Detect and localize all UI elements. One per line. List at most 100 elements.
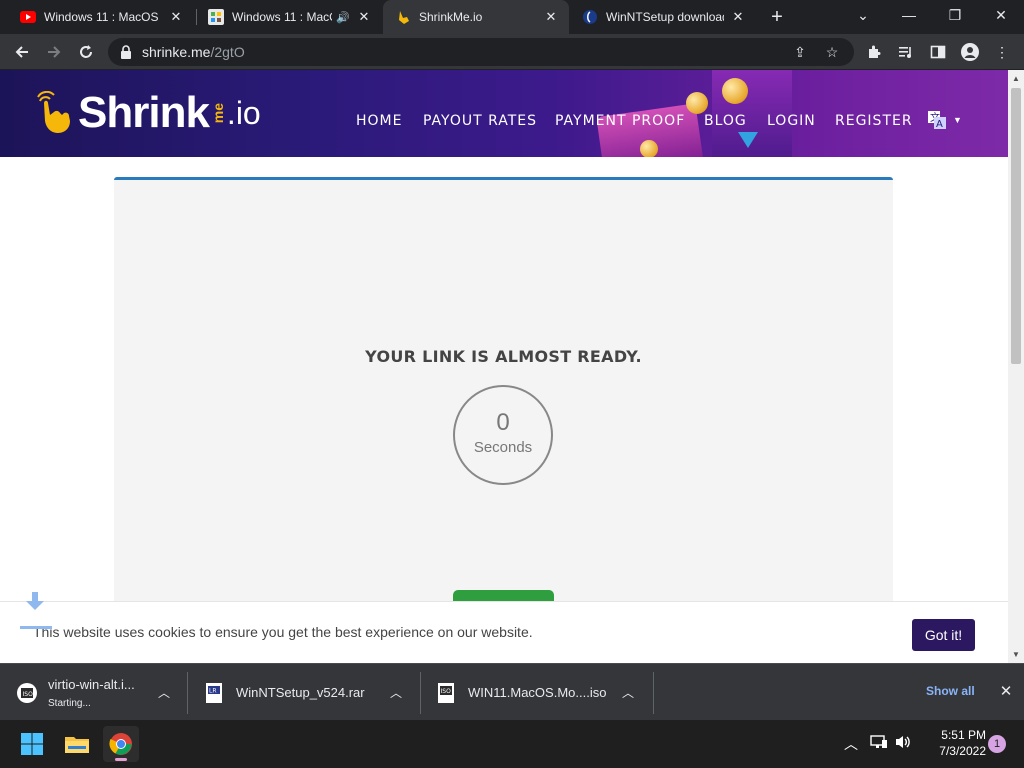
tab-search-icon[interactable]: ⌄: [840, 0, 886, 30]
tab-winntsetup[interactable]: WinNTSetup download ✕: [570, 0, 756, 34]
chevron-up-icon[interactable]: ︿: [622, 684, 634, 701]
new-tab-button[interactable]: +: [766, 6, 788, 28]
clock-date: 7/3/2022: [939, 744, 986, 758]
download-arrow-icon: [20, 592, 52, 632]
download-filename: WIN11.MacOS.Mo....iso: [468, 685, 607, 700]
close-tab-icon[interactable]: ✕: [730, 9, 746, 25]
language-selector[interactable]: 文A ▼: [927, 110, 962, 130]
close-tab-icon[interactable]: ✕: [543, 9, 559, 25]
tab-windows-macos[interactable]: Windows 11 : MacOS 🔊 ✕: [196, 0, 382, 34]
speaker-icon[interactable]: 🔊: [336, 11, 350, 24]
svg-text:ISO: ISO: [23, 691, 34, 698]
tab-shrinkme[interactable]: ShrinkMe.io ✕: [383, 0, 569, 34]
download-filename: WinNTSetup_v524.rar: [236, 685, 365, 700]
download-item[interactable]: ISO WIN11.MacOS.Mo....iso ︿: [436, 664, 652, 721]
lock-icon[interactable]: [120, 45, 134, 59]
system-clock[interactable]: 5:51 PM 7/3/2022: [918, 727, 986, 759]
side-panel-icon[interactable]: [928, 42, 948, 62]
nav-login[interactable]: LOGIN: [767, 113, 816, 129]
close-window-button[interactable]: ✕: [978, 0, 1024, 30]
tab-title: ShrinkMe.io: [419, 10, 483, 24]
tab-title: Windows 11 : MacOS: [232, 10, 332, 24]
iso-file-icon: ISO: [438, 682, 454, 703]
download-info: virtio-win-alt.i... Starting...: [48, 677, 135, 709]
rar-file-icon: LR: [206, 682, 222, 703]
cookie-accept-button[interactable]: Got it!: [912, 619, 975, 651]
shelf-separator: [420, 672, 421, 714]
shelf-separator: [187, 672, 188, 714]
volume-icon[interactable]: [894, 734, 912, 753]
cookie-message: This website uses cookies to ensure you …: [33, 624, 533, 640]
nav-payout-rates[interactable]: PAYOUT RATES: [423, 113, 537, 129]
windows-taskbar: ︿ 5:51 PM 7/3/2022 1: [0, 720, 1024, 768]
chrome-taskbar-icon[interactable]: [103, 726, 139, 762]
chevron-up-icon[interactable]: ︿: [158, 684, 170, 701]
site-icon: [208, 9, 224, 25]
show-all-downloads-button[interactable]: Show all: [926, 684, 975, 698]
chevron-up-tray-icon[interactable]: ︿: [844, 734, 858, 754]
scrollbar-thumb[interactable]: [1011, 88, 1021, 364]
coin-icon: [640, 140, 658, 157]
nav-payment-proof[interactable]: PAYMENT PROOF: [555, 113, 685, 129]
restore-button[interactable]: ❐: [932, 0, 978, 30]
reload-button[interactable]: [74, 40, 98, 64]
nav-blog[interactable]: BLOG: [704, 113, 747, 129]
close-tab-icon[interactable]: ✕: [356, 9, 372, 25]
svg-text:LR: LR: [209, 687, 217, 694]
notification-badge[interactable]: 1: [988, 735, 1006, 753]
winntsetup-icon: [582, 9, 598, 25]
page-scrollbar[interactable]: ▲ ▼: [1008, 70, 1024, 663]
download-item[interactable]: ISO virtio-win-alt.i... Starting... ︿: [16, 664, 186, 721]
countdown-card: YOUR LINK IS ALMOST READY. 0 Seconds: [114, 177, 893, 663]
download-item[interactable]: LR WinNTSetup_v524.rar ︿: [204, 664, 419, 721]
tab-title: WinNTSetup download: [606, 10, 724, 24]
browser-toolbar: shrinke.me/2gtO ⇪ ☆ ⋮: [0, 34, 1024, 70]
forward-button[interactable]: [42, 40, 66, 64]
translate-icon: 文A: [928, 111, 946, 130]
shrinkme-logo[interactable]: Shrink me .io: [34, 86, 261, 140]
svg-text:ISO: ISO: [441, 688, 452, 695]
page-viewport: Shrink me .io HOME PAYOUT RATES PAYMENT …: [0, 70, 1008, 663]
tab-youtube[interactable]: Windows 11 : MacOS Monterey ✕: [8, 0, 194, 34]
svg-text:A: A: [936, 119, 943, 130]
profile-avatar-icon[interactable]: [960, 42, 980, 62]
close-shelf-icon[interactable]: ✕: [997, 682, 1015, 700]
cookie-banner: This website uses cookies to ensure you …: [0, 601, 1008, 663]
site-header: Shrink me .io HOME PAYOUT RATES PAYMENT …: [0, 70, 1008, 157]
clock-time: 5:51 PM: [941, 728, 986, 742]
scroll-up-icon[interactable]: ▲: [1012, 74, 1020, 83]
back-button[interactable]: [10, 40, 34, 64]
extensions-icon[interactable]: [864, 42, 884, 62]
countdown-value: 0: [496, 409, 510, 436]
download-shelf: ISO virtio-win-alt.i... Starting... ︿ LR…: [0, 663, 1024, 720]
chrome-menu-icon[interactable]: ⋮: [992, 42, 1012, 62]
media-control-icon[interactable]: [896, 42, 916, 62]
network-icon[interactable]: [870, 734, 888, 753]
nav-register[interactable]: REGISTER: [835, 113, 913, 129]
coin-icon: [722, 78, 748, 104]
logo-me: me: [209, 102, 226, 124]
youtube-icon: [20, 9, 36, 25]
bookmark-star-icon[interactable]: ☆: [824, 44, 840, 60]
download-status: Starting...: [48, 697, 91, 709]
close-tab-icon[interactable]: ✕: [168, 9, 184, 25]
download-filename: virtio-win-alt.i...: [48, 676, 135, 692]
url-text: shrinke.me/2gtO: [142, 44, 245, 60]
countdown-timer: 0 Seconds: [453, 385, 553, 485]
address-bar[interactable]: shrinke.me/2gtO ⇪ ☆: [108, 38, 854, 66]
shelf-separator: [653, 672, 654, 714]
arrow-down-icon: [738, 132, 758, 148]
iso-file-icon: ISO: [17, 682, 37, 703]
minimize-button[interactable]: —: [886, 0, 932, 30]
scroll-down-icon[interactable]: ▼: [1012, 650, 1020, 659]
chevron-up-icon[interactable]: ︿: [390, 684, 402, 701]
logo-word: Shrink: [78, 88, 210, 137]
countdown-label: Seconds: [473, 439, 533, 456]
active-app-indicator: [115, 758, 127, 761]
nav-home[interactable]: HOME: [356, 113, 402, 129]
windows-start-icon[interactable]: [14, 726, 50, 762]
share-icon[interactable]: ⇪: [792, 44, 808, 60]
url-path: /2gtO: [210, 44, 245, 60]
tab-title: Windows 11 : MacOS Monterey: [44, 10, 162, 24]
file-explorer-icon[interactable]: [59, 726, 95, 762]
